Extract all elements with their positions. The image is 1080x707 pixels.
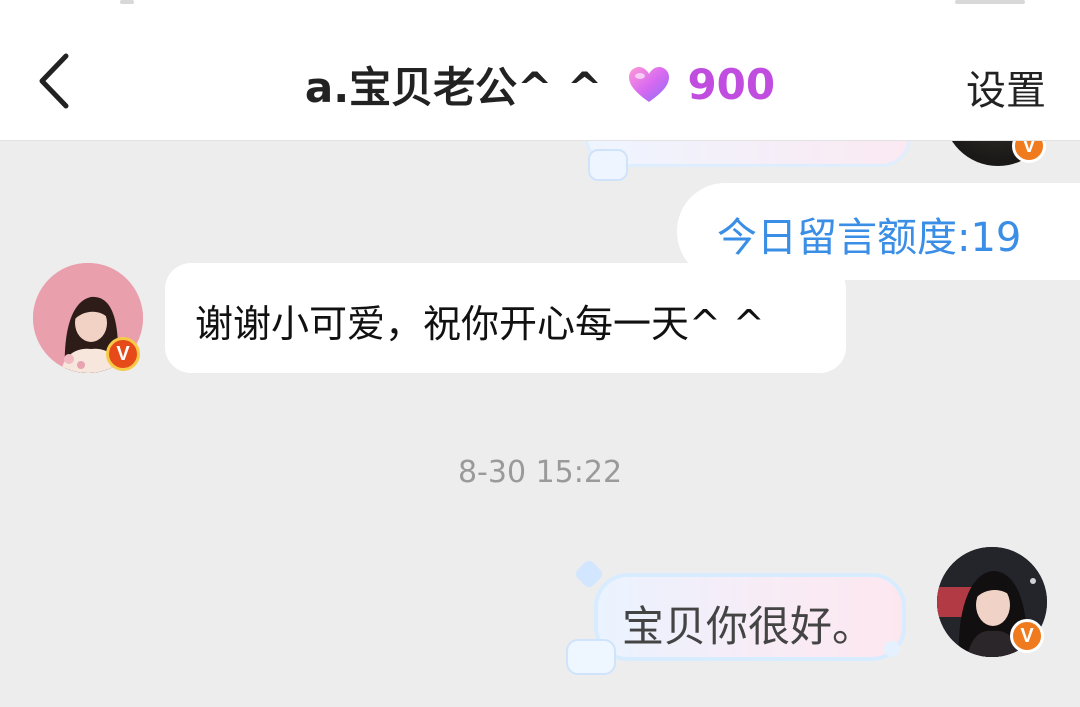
chat-header: a.宝贝老公^ ^ 900 设置 [0,6,1080,141]
bubble-decoration [566,639,616,675]
bubble-decoration [588,149,628,181]
outgoing-message-text: 宝贝你很好。 [622,602,875,651]
quota-text: 今日留言额度:19 [717,215,1022,261]
incoming-message-text: 谢谢小可爱，祝你开心每一天^ ^ [195,302,765,346]
bubble-decoration [884,641,900,657]
outgoing-message-bubble[interactable]: 宝贝你很好。 [594,573,906,661]
contact-name: a.宝贝老公^ ^ [304,63,603,112]
heart-icon [627,65,671,105]
verified-icon: V [1010,619,1044,653]
status-indicator-left [120,0,134,4]
status-indicator-right [955,0,1025,4]
message-timestamp: 8-30 15:22 [457,455,623,490]
intimacy-count: 900 [687,60,776,109]
previous-message-bubble [585,141,911,167]
message-list[interactable]: V 今日留言额度:19 V 谢谢小可爱，祝你开心每一天^ ^ 8-30 15:2… [0,141,1080,707]
chat-title: a.宝贝老公^ ^ 900 [0,54,1080,115]
bubble-decoration [573,558,605,590]
incoming-message-bubble[interactable]: 谢谢小可爱，祝你开心每一天^ ^ [165,263,846,373]
verified-icon: V [106,337,140,371]
settings-button[interactable]: 设置 [966,58,1046,116]
